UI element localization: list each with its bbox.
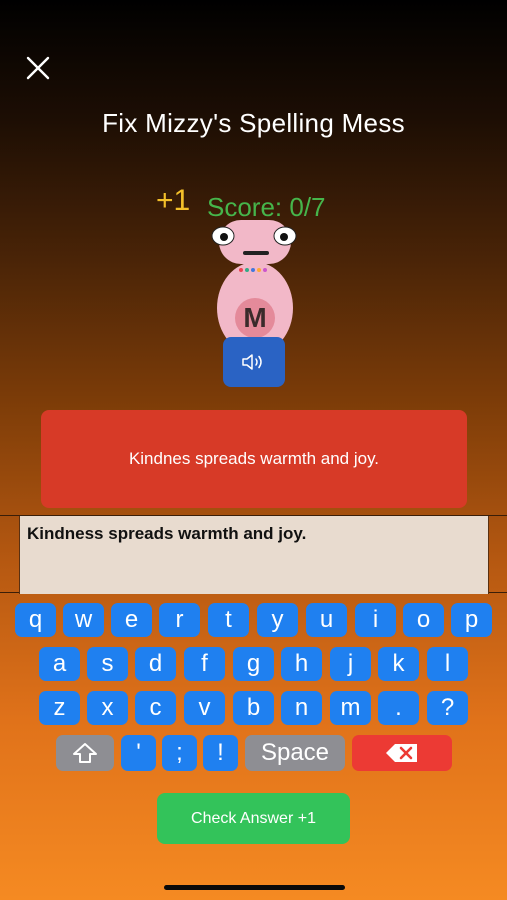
- backspace-key[interactable]: [352, 735, 452, 771]
- key-m[interactable]: m: [330, 691, 371, 725]
- key-v[interactable]: v: [184, 691, 225, 725]
- key-q[interactable]: q: [15, 603, 56, 637]
- space-key[interactable]: Space: [245, 735, 345, 771]
- key-l[interactable]: l: [427, 647, 468, 681]
- key-y[interactable]: y: [257, 603, 298, 637]
- key-w[interactable]: w: [63, 603, 104, 637]
- key-o[interactable]: o: [403, 603, 444, 637]
- misspelled-sentence-card: Kindnes spreads warmth and joy.: [41, 410, 467, 508]
- shift-arrow-icon: [73, 743, 97, 763]
- key-s[interactable]: s: [87, 647, 128, 681]
- check-answer-button[interactable]: Check Answer +1: [157, 793, 350, 844]
- key-d[interactable]: d: [135, 647, 176, 681]
- key-e[interactable]: e: [111, 603, 152, 637]
- key-g[interactable]: g: [233, 647, 274, 681]
- key-u[interactable]: u: [306, 603, 347, 637]
- key-x[interactable]: x: [87, 691, 128, 725]
- key-t[interactable]: t: [208, 603, 249, 637]
- key-i[interactable]: i: [355, 603, 396, 637]
- key-h[interactable]: h: [281, 647, 322, 681]
- key-n[interactable]: n: [281, 691, 322, 725]
- key-k[interactable]: k: [378, 647, 419, 681]
- key-exclamation[interactable]: !: [203, 735, 238, 771]
- key-apostrophe[interactable]: ': [121, 735, 156, 771]
- speaker-icon: [242, 354, 262, 370]
- misspelled-sentence-text: Kindnes spreads warmth and joy.: [128, 449, 380, 468]
- key-b[interactable]: b: [233, 691, 274, 725]
- key-f[interactable]: f: [184, 647, 225, 681]
- shift-key[interactable]: [56, 735, 114, 771]
- backspace-icon: [386, 744, 417, 762]
- key-a[interactable]: a: [39, 647, 80, 681]
- key-question-mark[interactable]: ?: [427, 691, 468, 725]
- key-z[interactable]: z: [39, 691, 80, 725]
- key-c[interactable]: c: [135, 691, 176, 725]
- home-indicator[interactable]: [164, 885, 345, 890]
- key-r[interactable]: r: [159, 603, 200, 637]
- key-semicolon[interactable]: ;: [162, 735, 197, 771]
- mascot-badge-letter: M: [243, 302, 267, 333]
- play-sound-button[interactable]: [223, 337, 285, 387]
- key-p[interactable]: p: [451, 603, 492, 637]
- score-label: Score: 0/7: [207, 192, 326, 222]
- close-icon: [26, 56, 50, 80]
- answer-area: Kindness spreads warmth and joy.: [0, 515, 507, 594]
- key-j[interactable]: j: [330, 647, 371, 681]
- points-flash: +1: [156, 184, 191, 217]
- page-title: Fix Mizzy's Spelling Mess: [102, 108, 405, 138]
- close-button[interactable]: [24, 54, 52, 82]
- answer-input[interactable]: Kindness spreads warmth and joy.: [19, 516, 489, 594]
- key-period[interactable]: .: [378, 691, 419, 725]
